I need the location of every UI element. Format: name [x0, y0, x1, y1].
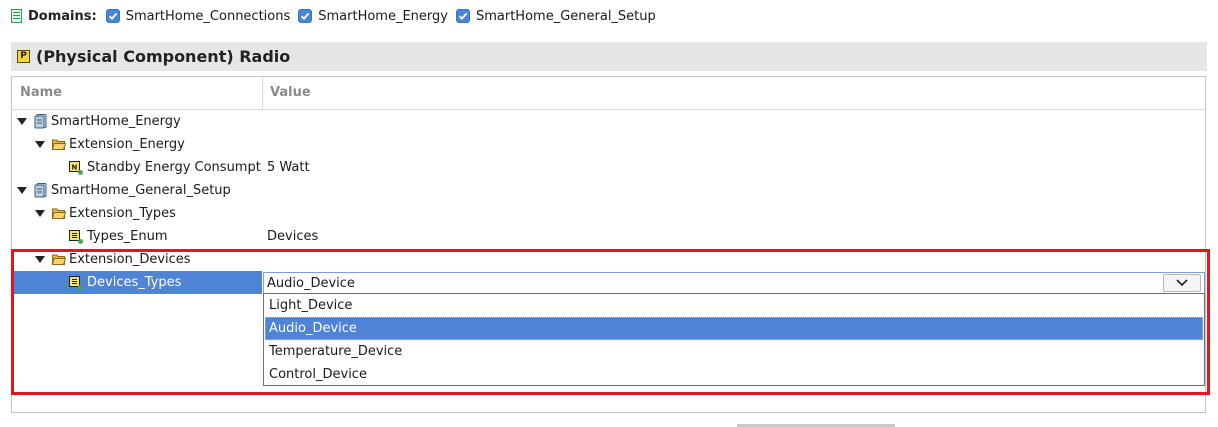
expand-toggle-icon[interactable] — [34, 133, 46, 156]
element-header: P (Physical Component) Radio — [11, 42, 1207, 71]
domain-checkbox-smarthome-general-setup[interactable]: SmartHome_General_Setup — [455, 8, 656, 24]
physical-component-icon: P — [17, 50, 30, 63]
row-value[interactable]: Devices — [267, 225, 318, 248]
expand-toggle-icon[interactable] — [34, 202, 46, 225]
domain-label: SmartHome_Connections — [125, 8, 291, 24]
tree-row-standby-energy-consumption[interactable]: N Standby Energy Consumption 5 Watt — [12, 156, 1205, 179]
dropdown-option-control-device[interactable]: Control_Device — [265, 363, 1203, 386]
checkbox-checked-icon[interactable] — [455, 9, 470, 23]
tree-row-extension-types[interactable]: Extension_Types — [12, 202, 1205, 225]
enum-property-icon — [69, 230, 83, 244]
property-icon: N — [69, 161, 83, 175]
column-divider[interactable] — [262, 77, 263, 109]
domains-list-icon — [11, 9, 22, 23]
domain-checkbox-smarthome-energy[interactable]: SmartHome_Energy — [298, 9, 448, 24]
profile-icon — [34, 114, 47, 129]
devices-types-combobox[interactable]: Audio_Device — [263, 272, 1205, 295]
folder-open-icon — [52, 208, 66, 219]
row-name: Extension_Types — [69, 206, 176, 221]
combobox-value: Audio_Device — [267, 276, 355, 291]
row-name: Devices_Types — [87, 275, 182, 290]
domains-label: Domains: — [28, 8, 97, 24]
column-header-value[interactable]: Value — [270, 77, 311, 109]
enum-property-icon — [69, 276, 83, 290]
row-value[interactable]: 5 Watt — [267, 156, 310, 179]
dropdown-option-audio-device[interactable]: Audio_Device — [265, 317, 1203, 340]
tree-row-smarthome-energy[interactable]: SmartHome_Energy — [12, 110, 1205, 133]
expand-toggle-icon[interactable] — [16, 110, 28, 133]
properties-table: Name Value SmartHome_Energy Extension_En… — [11, 76, 1206, 413]
row-name: SmartHome_Energy — [51, 114, 181, 129]
page-title: (Physical Component) Radio — [36, 47, 291, 66]
row-name: SmartHome_General_Setup — [51, 183, 231, 198]
tree-row-smarthome-general-setup[interactable]: SmartHome_General_Setup — [12, 179, 1205, 202]
domain-label: SmartHome_General_Setup — [475, 8, 656, 24]
dropdown-option-light-device[interactable]: Light_Device — [265, 294, 1203, 317]
devices-types-dropdown-list: Light_Device Audio_Device Temperature_De… — [263, 293, 1205, 386]
domain-label: SmartHome_Energy — [318, 8, 448, 24]
tree-row-extension-devices[interactable]: Extension_Devices — [12, 248, 1205, 271]
column-header-name[interactable]: Name — [20, 77, 62, 109]
domain-checkbox-smarthome-connections[interactable]: SmartHome_Connections — [105, 8, 291, 24]
expand-toggle-icon[interactable] — [34, 248, 46, 271]
svg-text:N: N — [72, 164, 78, 172]
dropdown-option-temperature-device[interactable]: Temperature_Device — [265, 340, 1203, 363]
tree-row-extension-energy[interactable]: Extension_Energy — [12, 133, 1205, 156]
checkbox-checked-icon[interactable] — [298, 9, 313, 23]
checkbox-checked-icon[interactable] — [105, 9, 120, 23]
table-header: Name Value — [12, 77, 1205, 110]
profile-icon — [34, 183, 47, 198]
row-name: Standby Energy Consumption — [87, 160, 262, 175]
folder-open-icon — [52, 139, 66, 150]
row-name: Extension_Devices — [69, 252, 191, 267]
row-name: Types_Enum — [87, 229, 168, 244]
dropdown-toggle-button[interactable] — [1163, 274, 1201, 292]
domains-bar: Domains: SmartHome_Connections SmartHome… — [11, 6, 664, 26]
chevron-down-icon — [1176, 279, 1188, 287]
expand-toggle-icon[interactable] — [16, 179, 28, 202]
tree-row-types-enum[interactable]: Types_Enum Devices — [12, 225, 1205, 248]
folder-open-icon — [52, 254, 66, 265]
row-name: Extension_Energy — [69, 137, 185, 152]
